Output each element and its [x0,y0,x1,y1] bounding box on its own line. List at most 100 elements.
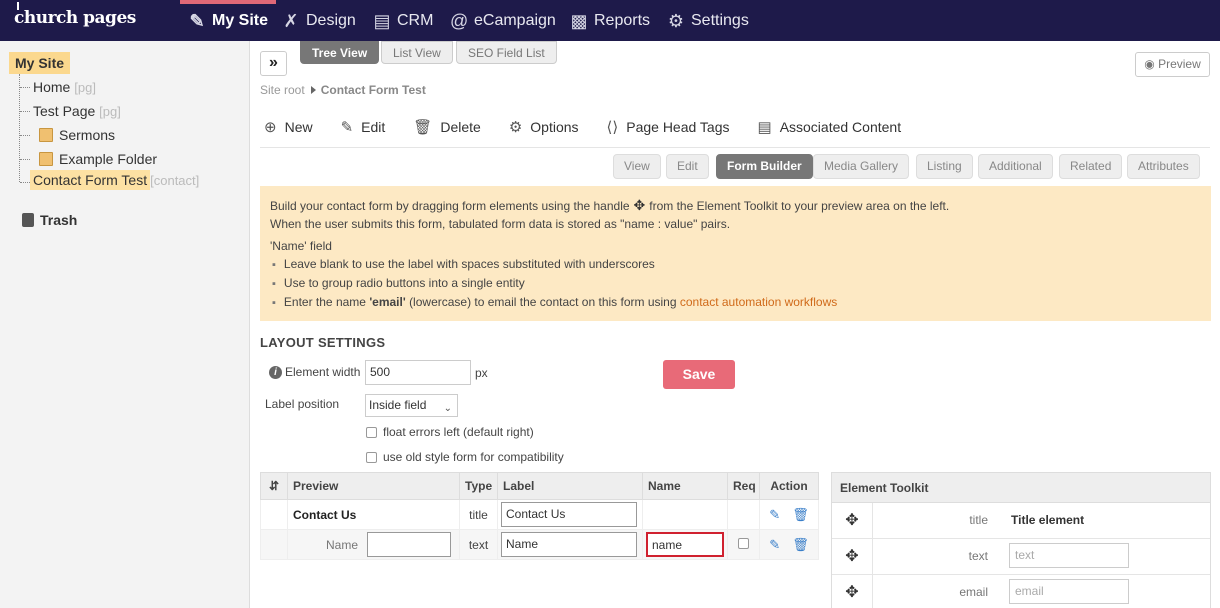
float-errors-option[interactable]: float errors left (default right) [366,425,534,439]
label-position-select[interactable]: Inside field ⌄ [365,394,458,417]
toolkit-title: Element Toolkit [832,473,1210,503]
trash-icon [22,213,34,227]
help-text: from the Element Toolkit to your preview… [649,199,950,213]
subtab-form-builder[interactable]: Form Builder [716,154,813,179]
tree-item-label: Example Folder [59,151,158,167]
subtab-edit[interactable]: Edit [666,154,709,179]
subtab-media-gallery[interactable]: Media Gallery [813,154,910,179]
gear-icon: ⚙ [508,119,523,136]
preview-name-input[interactable] [367,532,452,557]
nav-ecampaign[interactable]: @ eCampaign [450,0,556,41]
edit-pencil-icon[interactable]: ✎ [769,507,780,522]
old-style-checkbox[interactable] [366,451,377,463]
help-text: (lowercase) to email the contact on this… [409,295,677,309]
edit-pencil-icon[interactable]: ✎ [769,537,780,552]
edit-button[interactable]: ✎ Edit [341,118,386,136]
tree-item-label: Sermons [59,127,116,143]
action-cell: ✎ 🗑 [759,529,819,560]
tree-connector [19,74,20,182]
trash-item[interactable]: Trash [22,212,77,228]
nav-label: My Site [212,11,269,29]
help-text: Build your contact form by dragging form… [270,199,630,213]
toolkit-sample-text-input: text [1009,543,1129,568]
nav-label: Reports [594,11,651,29]
tree-connector [20,135,30,136]
church-pages-logo[interactable]: church pages [14,2,136,28]
tab-list-view[interactable]: List View [381,41,453,64]
breadcrumb-root[interactable]: Site root [260,83,305,97]
save-button[interactable]: Save [663,360,735,389]
toolkit-type-label: text [968,549,988,563]
float-errors-checkbox[interactable] [366,426,377,438]
tree-item-example-folder[interactable]: Example Folder [39,151,157,167]
info-icon[interactable]: i [269,366,282,379]
trash-label: Trash [40,212,78,228]
action-cell: ✎ 🗑 [759,499,819,530]
tab-tree-view[interactable]: Tree View [300,41,380,64]
tree-item-test-page[interactable]: Test Page [pg] [33,103,121,119]
pencil-icon: ✎ [340,119,354,136]
action-label: Options [530,119,579,135]
tree-item-sermons[interactable]: Sermons [39,127,115,143]
tree-item-contact-form-test[interactable]: Contact Form Test [contact] [30,170,200,190]
table-row[interactable]: Contact Us title Contact Us ✎ 🗑 [260,499,819,530]
delete-button[interactable]: 🗑 Delete [413,118,481,136]
nav-design[interactable]: ✗ Design [282,0,355,41]
nav-reports[interactable]: ▩ Reports [570,0,650,41]
nav-settings[interactable]: ⚙ Settings [667,0,749,41]
top-navigation-bar: church pages ✎ My Site ✗ Design ▤ CRM @ eCam… [0,0,1220,41]
element-width-input[interactable]: 500 [365,360,471,385]
subtab-additional[interactable]: Additional [978,154,1053,179]
table-row[interactable]: Name text Name name ✎ 🗑 [260,529,819,560]
help-text-bold: 'email' [369,295,406,309]
preview-button[interactable]: ◉ Preview [1135,52,1210,77]
toolkit-email-element[interactable]: ✥ email email [832,575,1210,608]
tree-item-meta: [contact] [150,173,200,188]
type-cell: text [459,529,498,560]
move-handle-icon[interactable]: ✥ [832,539,873,574]
associated-content-button[interactable]: ▤ Associated Content [758,118,902,136]
tree-root-my-site[interactable]: My Site [9,52,71,74]
nav-crm[interactable]: ▤ CRM [373,0,433,41]
toolkit-text-element[interactable]: ✥ text text [832,539,1210,575]
label-input[interactable]: Name [501,532,637,557]
old-style-option[interactable]: use old style form for compatibility [366,450,564,464]
contact-card-icon: ▤ [373,10,391,31]
preview-cell: Name [287,529,460,560]
toolkit-title-element[interactable]: ✥ title Title element [832,503,1210,539]
delete-trash-icon[interactable]: 🗑 [792,537,809,552]
required-checkbox[interactable] [738,537,749,549]
subtab-listing[interactable]: Listing [916,154,973,179]
options-button[interactable]: ⚙ Options [509,118,579,136]
logo-text: church pages [14,8,136,28]
new-button[interactable]: ⊕ New [264,118,313,136]
checkbox-label: float errors left (default right) [383,425,534,439]
tree-item-label: Contact Form Test [30,170,151,190]
action-label: Page Head Tags [626,119,730,135]
sort-arrows-icon: ⇵ [268,479,280,493]
subtab-related[interactable]: Related [1059,154,1123,179]
delete-trash-icon[interactable]: 🗑 [792,507,809,522]
move-handle-icon[interactable]: ✥ [832,575,873,608]
column-header: Label [497,472,643,500]
tree-item-home[interactable]: Home [pg] [33,79,96,95]
drag-cell[interactable] [260,529,288,560]
label-input[interactable]: Contact Us [501,502,637,527]
name-input[interactable]: name [646,532,724,557]
page-head-tags-button[interactable]: ⟨⟩ Page Head Tags [607,118,730,136]
contact-automation-workflows-link[interactable]: contact automation workflows [680,295,837,309]
drag-cell[interactable] [260,499,288,530]
nav-my-site[interactable]: ✎ My Site [180,0,277,41]
main-content: » Tree View List View SEO Field List ◉ P… [250,41,1220,608]
subtab-view[interactable]: View [613,154,661,179]
breadcrumb: Site root Contact Form Test [260,83,426,97]
expand-sidebar-button[interactable]: » [260,51,287,76]
preview-label: Preview [1158,57,1201,71]
sort-column-header[interactable]: ⇵ [260,472,288,500]
subtab-attributes[interactable]: Attributes [1127,154,1200,179]
form-builder-help-box: Build your contact form by dragging form… [260,186,1211,321]
help-bullet: Enter the name 'email' (lowercase) to em… [270,293,1201,312]
move-handle-icon[interactable]: ✥ [832,503,873,538]
tree-connector [20,182,30,183]
tab-seo-field-list[interactable]: SEO Field List [456,41,557,64]
